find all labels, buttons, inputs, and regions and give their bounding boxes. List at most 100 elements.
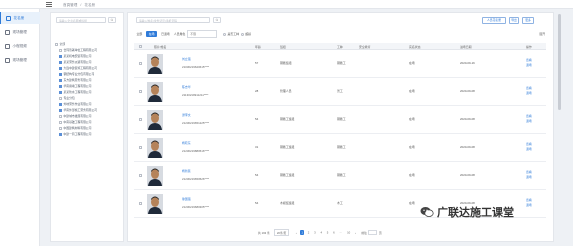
tree-node-checkbox[interactable] <box>59 48 62 52</box>
roster-import-button[interactable]: 人员花名册 <box>482 16 506 24</box>
worker-entry-date: 2020-09-08 <box>460 88 475 93</box>
page-number-button[interactable]: 3 <box>313 230 317 235</box>
row-actions: 查看 退场 <box>526 198 532 207</box>
row-checkbox[interactable] <box>139 174 142 177</box>
page-number-button[interactable]: 2 <box>306 230 310 235</box>
trade-radio[interactable] <box>223 32 227 36</box>
page-number-button[interactable]: 4 <box>319 230 323 235</box>
tree-node-label: 华南幕墙工程有限公司 <box>63 84 92 88</box>
col-photo-name: 照片/姓名 <box>154 44 167 49</box>
filter-row: 全部 在场 已退场 人员角色 不限 是否工种 超龄 <box>134 30 251 38</box>
expand-filters-link[interactable]: 展开 <box>539 32 545 36</box>
page-number-button[interactable]: 6 <box>332 230 336 235</box>
tree-node-checkbox[interactable] <box>59 102 62 106</box>
sidebar-item-roster[interactable]: 花名册 <box>0 12 40 24</box>
export-button[interactable]: 导出 <box>509 16 519 24</box>
view-link[interactable]: 查看 <box>526 142 532 147</box>
tree-node-label: 中国建筑材料有限公司 <box>63 126 92 130</box>
tree-node-checkbox[interactable] <box>59 120 62 124</box>
worker-status: 在场 <box>409 116 415 121</box>
select-all-checkbox[interactable] <box>139 44 142 48</box>
exit-link[interactable]: 退场 <box>526 203 532 208</box>
worker-search-input[interactable]: 请输入姓名/身份证号/手机号码 <box>136 17 210 23</box>
tree-node-checkbox[interactable] <box>59 114 62 118</box>
exit-link[interactable]: 退场 <box>526 91 532 96</box>
tree-node-checkbox[interactable] <box>55 42 58 46</box>
view-link[interactable]: 查看 <box>526 114 532 119</box>
sidebar-item-manage[interactable]: 现场管理 <box>0 54 40 66</box>
page-number-button[interactable]: 5 <box>325 230 329 235</box>
manage-icon <box>5 57 10 63</box>
tree-node-checkbox[interactable] <box>59 126 62 130</box>
worker-name[interactable]: 刘立强 <box>182 57 191 61</box>
sidebar-item-site[interactable]: 现场管理 <box>0 26 40 38</box>
page-size-select[interactable]: 20条/页 <box>273 228 290 237</box>
worker-name[interactable]: 陈志华 <box>182 85 191 89</box>
exit-link[interactable]: 退场 <box>526 119 532 124</box>
tree-node-checkbox[interactable] <box>59 108 62 112</box>
row-checkbox[interactable] <box>139 146 142 149</box>
tree-node-checkbox[interactable] <box>59 132 62 136</box>
page-number-button[interactable]: 1 <box>300 229 305 236</box>
view-link[interactable]: 查看 <box>526 198 532 203</box>
overage-radio[interactable] <box>241 32 245 36</box>
view-link[interactable]: 查看 <box>526 170 532 175</box>
tree-node-checkbox[interactable] <box>59 66 62 70</box>
tree-node-checkbox[interactable] <box>59 96 62 100</box>
prev-page-button[interactable]: ‹ <box>294 230 298 235</box>
menu-toggle-icon[interactable] <box>46 2 52 7</box>
worker-age: 28 <box>255 88 259 93</box>
row-checkbox[interactable] <box>139 62 142 65</box>
tree-node-label: 大连中建装饰工程有限公司 <box>63 66 98 70</box>
tree-node-checkbox[interactable] <box>59 78 62 82</box>
next-page-button[interactable]: › <box>354 230 358 235</box>
tree-node-label: 中建一局工程有限公司 <box>63 132 92 136</box>
tree-search-input[interactable]: 请输入企业名称或班组 <box>56 17 106 23</box>
col-age: 年龄 <box>255 44 261 49</box>
goto-suffix: 页 <box>378 230 382 235</box>
row-actions: 查看 退场 <box>526 114 532 123</box>
breadcrumb-home[interactable]: 首頁管理 <box>63 3 77 7</box>
view-link[interactable]: 查看 <box>526 58 532 63</box>
tree-node-checkbox[interactable] <box>59 54 62 58</box>
page-scrollbar[interactable] <box>558 14 561 110</box>
page-number-button[interactable]: ··· <box>338 230 344 235</box>
exit-link[interactable]: 退场 <box>526 147 532 152</box>
worker-team: 钢筋班组 <box>280 60 292 65</box>
filter-chip-present[interactable]: 在场 <box>146 31 158 37</box>
view-link[interactable]: 查看 <box>526 86 532 91</box>
worker-name[interactable]: 徐国强 <box>182 197 191 201</box>
tree-node-checkbox[interactable] <box>59 72 62 76</box>
exit-link[interactable]: 退场 <box>526 63 532 68</box>
tree-node-checkbox[interactable] <box>59 84 62 88</box>
row-checkbox[interactable] <box>139 202 142 205</box>
more-button[interactable]: 更多 <box>522 16 534 24</box>
exit-link[interactable]: 退场 <box>526 175 532 180</box>
row-checkbox[interactable] <box>139 118 142 121</box>
tree-search-button[interactable] <box>108 17 116 23</box>
worker-search-button[interactable] <box>213 17 221 23</box>
filter-chip-all[interactable]: 全部 <box>134 31 145 37</box>
col-date: 进场日期 <box>460 44 472 49</box>
sidebar-item-label: 现场管理 <box>12 29 27 34</box>
page-number-button[interactable]: 10 <box>346 230 352 235</box>
role-filter-select[interactable]: 不限 <box>187 30 218 38</box>
worker-photo <box>147 194 163 214</box>
search-icon <box>110 18 114 22</box>
tree-node[interactable]: 中建一局工程有限公司 <box>55 131 123 137</box>
sidebar-item-video[interactable]: 小程视频 <box>0 40 40 52</box>
worker-name[interactable]: 谭李文 <box>182 113 191 117</box>
worker-team: 木模班班组 <box>280 200 295 205</box>
org-tree-panel: 请输入企业名称或班组 全部 合同签署单位工程有限公司 某某机电安装有限公司 某某劳务派… <box>50 12 124 242</box>
filter-chip-exited[interactable]: 已退场 <box>159 31 173 37</box>
worker-name[interactable]: 杨晓东 <box>182 141 191 145</box>
tree-node-checkbox[interactable] <box>59 60 62 64</box>
wechat-logo-icon <box>420 207 434 217</box>
col-safety: 安全教育 <box>359 44 371 49</box>
worker-photo <box>147 82 163 102</box>
goto-page-input[interactable] <box>368 230 378 235</box>
worker-name[interactable]: 杨新民 <box>182 169 191 173</box>
tree-node-checkbox[interactable] <box>59 90 62 94</box>
row-checkbox[interactable] <box>139 90 142 93</box>
worker-trade: 钢筋工 <box>337 60 346 65</box>
